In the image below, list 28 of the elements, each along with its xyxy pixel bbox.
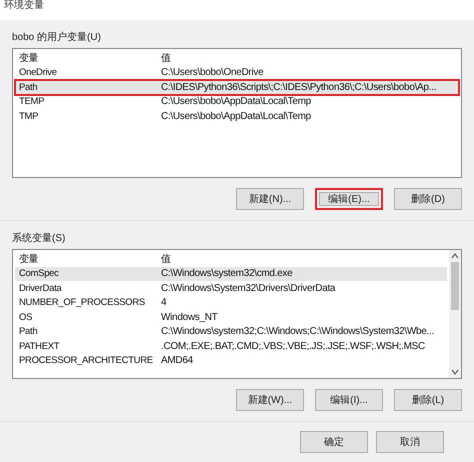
scroll-up-icon[interactable] [451,253,459,259]
scroll-down-icon[interactable] [451,369,459,375]
variable-row[interactable]: PATHEXT .COM;.EXE;.BAT;.CMD;.VBS;.VBE;.JS;.JSE;.WSF;.WSH;.MSC [15,339,447,354]
dialog-button[interactable]: 编辑(E)... [315,188,383,210]
variable-row[interactable]: OS Windows_NT [15,310,447,324]
ok-button[interactable]: 确定 [300,431,368,453]
dialog-button[interactable]: 新建(N)... [236,188,304,210]
scrollbar[interactable] [449,250,461,378]
dialog-button[interactable]: 编辑(I)... [315,389,383,411]
variable-row[interactable]: TMP C:\Users\bobo\AppData\Local\Temp [15,109,459,124]
variable-row[interactable]: ComSpec C:\Windows\system32\cmd.exe [15,266,447,281]
column-header: 值 [161,52,171,66]
variable-row[interactable]: DriverData C:\Windows\System32\Drivers\DriverData [15,281,447,296]
dialog-button[interactable]: 删除(L) [394,389,462,411]
dialog-button[interactable]: 删除(D) [394,188,462,210]
group-label: 系统变量(S) [12,232,66,245]
cancel-button[interactable]: 取消 [376,431,444,453]
group-label: bobo 的用户变量(U) [12,30,102,44]
variable-row[interactable]: TEMP C:\Users\bobo\AppData\Local\Temp [15,94,459,109]
column-header: 变量 [18,52,40,66]
variable-row[interactable]: Path C:\IDES\Python36\Scripts\;C:\IDES\Python36\;C:\Users\bobo\Ap... [15,80,459,94]
column-header: 变量 [18,252,40,266]
variable-row[interactable]: Path C:\Windows\system32;C:\Windows;C:\Windows\System32\Wbe... [15,324,447,339]
column-header: 值 [161,253,171,266]
variable-row[interactable]: OneDrive C:\Users\bobo\OneDrive [15,66,459,80]
variable-row[interactable]: NUMBER_OF_PROCESSORS 4 [15,296,447,310]
dialog-button[interactable]: 新建(W)... [236,389,304,411]
variable-row[interactable]: PROCESSOR_ARCHITECTURE AMD64 [15,354,447,368]
